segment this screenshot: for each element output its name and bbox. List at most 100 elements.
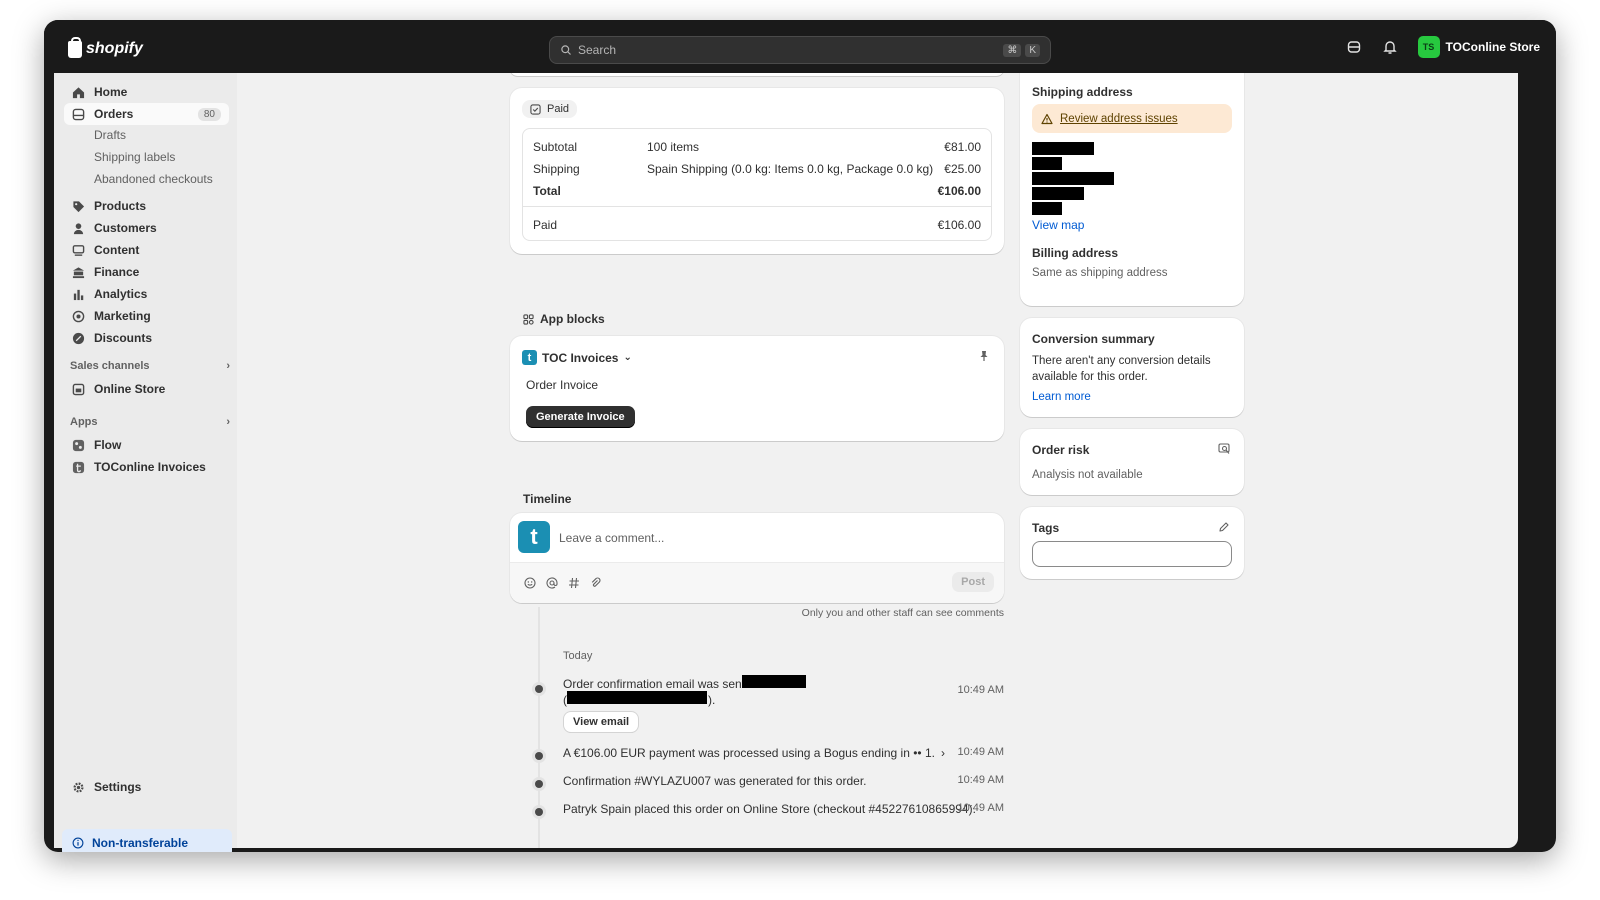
redacted-address-line bbox=[1032, 142, 1094, 155]
order-risk-text: Analysis not available bbox=[1032, 469, 1143, 481]
app-blocks-header: App blocks bbox=[523, 312, 605, 326]
main-content: Paid Subtotal 100 items €81.00 Shipping … bbox=[237, 73, 1518, 848]
top-bar: shopify Search ⌘ K TS TOConline Store bbox=[44, 20, 1556, 73]
order-invoice-title: Order Invoice bbox=[526, 378, 599, 392]
mention-icon[interactable] bbox=[546, 577, 558, 589]
event-payment[interactable]: A €106.00 EUR payment was processed usin… bbox=[563, 746, 945, 760]
sidebar-item-settings[interactable]: Settings bbox=[64, 776, 229, 798]
sidebar-subitem-drafts[interactable]: Drafts bbox=[94, 125, 126, 145]
pin-icon[interactable] bbox=[978, 350, 990, 362]
sidebar-item-orders[interactable]: Orders 80 bbox=[64, 103, 229, 125]
apps-header[interactable]: Apps › bbox=[70, 416, 230, 428]
gear-icon bbox=[72, 781, 85, 794]
divider bbox=[523, 206, 991, 207]
total-label: Total bbox=[533, 184, 561, 198]
shipping-label: Shipping bbox=[533, 162, 580, 176]
sidebar-item-label: Content bbox=[94, 243, 140, 257]
event-confirmation: Confirmation #WYLAZU007 was generated fo… bbox=[563, 774, 867, 788]
sidebar-item-toconline-invoices[interactable]: TOConline Invoices bbox=[64, 456, 229, 478]
total-amount: €106.00 bbox=[937, 184, 981, 198]
sales-channels-header[interactable]: Sales channels › bbox=[70, 360, 230, 372]
timeline-dot bbox=[535, 752, 543, 760]
edit-pencil-icon[interactable] bbox=[1218, 521, 1230, 533]
sidebar-item-customers[interactable]: Customers bbox=[64, 217, 229, 239]
learn-more-link[interactable]: Learn more bbox=[1032, 391, 1091, 403]
sidebar-item-content[interactable]: Content bbox=[64, 239, 229, 261]
timeline-day-label: Today bbox=[563, 650, 593, 662]
risk-analysis-icon[interactable] bbox=[1218, 443, 1230, 455]
event-time: 10:49 AM bbox=[957, 684, 1004, 696]
sidebar-item-products[interactable]: Products bbox=[64, 195, 229, 217]
sales-channels-title: Sales channels bbox=[70, 360, 150, 372]
sidebar-item-analytics[interactable]: Analytics bbox=[64, 283, 229, 305]
bell-icon[interactable] bbox=[1382, 39, 1398, 55]
non-transferable-banner[interactable]: Non-transferable bbox=[62, 829, 232, 852]
bank-icon bbox=[72, 266, 85, 279]
hashtag-icon[interactable] bbox=[568, 577, 580, 589]
order-risk-title: Order risk bbox=[1032, 443, 1090, 457]
event-time: 10:49 AM bbox=[957, 802, 1004, 814]
emoji-icon[interactable] bbox=[524, 577, 536, 589]
subtotal-amount: €81.00 bbox=[944, 140, 981, 154]
order-risk-card: Order risk Analysis not available bbox=[1020, 429, 1244, 495]
search-bar[interactable]: Search ⌘ K bbox=[549, 36, 1051, 64]
sidebar-item-finance[interactable]: Finance bbox=[64, 261, 229, 283]
review-address-issues-link[interactable]: Review address issues bbox=[1060, 113, 1178, 125]
shipping-amount: €25.00 bbox=[944, 162, 981, 176]
shortcut-key: K bbox=[1025, 43, 1040, 57]
view-map-link[interactable]: View map bbox=[1032, 218, 1084, 232]
sidekick-icon[interactable] bbox=[1346, 39, 1362, 55]
conversion-text: There aren't any conversion details avai… bbox=[1032, 355, 1211, 383]
store-avatar: TS bbox=[1417, 36, 1440, 58]
toconline-app-icon: t bbox=[522, 350, 537, 365]
app-selector[interactable]: t TOC Invoices ⌄ bbox=[522, 350, 632, 365]
billing-address-value: Same as shipping address bbox=[1032, 267, 1168, 279]
sidebar-item-discounts[interactable]: Discounts bbox=[64, 327, 229, 349]
search-shortcut: ⌘ K bbox=[1003, 43, 1040, 57]
view-email-button[interactable]: View email bbox=[564, 712, 639, 732]
comment-toolbar: Post bbox=[510, 562, 1004, 603]
attachment-icon[interactable] bbox=[590, 577, 602, 589]
sidebar-item-flow[interactable]: Flow bbox=[64, 434, 229, 456]
sidebar-subitem-shipping-labels[interactable]: Shipping labels bbox=[94, 147, 175, 167]
paid-label: Paid bbox=[533, 218, 558, 232]
staff-visibility-note: Only you and other staff can see comment… bbox=[801, 607, 1004, 619]
comment-input[interactable]: Leave a comment... bbox=[559, 531, 664, 545]
search-icon bbox=[561, 45, 571, 55]
sidebar-item-home[interactable]: Home bbox=[64, 81, 229, 103]
event-text: Order confirmation email was sent to bbox=[563, 677, 759, 691]
info-icon bbox=[72, 837, 84, 849]
event-time: 10:49 AM bbox=[957, 746, 1004, 758]
timeline-dot bbox=[535, 780, 543, 788]
paid-check-icon bbox=[530, 103, 541, 115]
store-menu[interactable]: TS TOConline Store bbox=[1417, 36, 1540, 58]
sidebar-item-label: Flow bbox=[94, 438, 122, 452]
timeline-dot bbox=[535, 685, 543, 693]
sidebar-item-label: Customers bbox=[94, 221, 157, 235]
address-card: Shipping address Review address issues V… bbox=[1020, 73, 1244, 306]
tags-input[interactable] bbox=[1032, 541, 1232, 567]
conversion-title: Conversion summary bbox=[1032, 332, 1155, 346]
app-block-card: t TOC Invoices ⌄ Order Invoice Generate … bbox=[510, 336, 1004, 441]
sidebar: Home Orders 80 Drafts Shipping labels Ab… bbox=[54, 73, 237, 852]
address-issues-banner[interactable]: Review address issues bbox=[1032, 104, 1232, 133]
timeline-title: Timeline bbox=[523, 492, 572, 506]
sidebar-item-marketing[interactable]: Marketing bbox=[64, 305, 229, 327]
shopify-logo[interactable]: shopify bbox=[68, 36, 143, 58]
sidebar-subitem-abandoned-checkouts[interactable]: Abandoned checkouts bbox=[94, 169, 213, 189]
paren-close: ). bbox=[708, 693, 716, 707]
generate-invoice-button[interactable]: Generate Invoice bbox=[526, 406, 635, 428]
sidebar-item-label: Settings bbox=[94, 780, 142, 794]
sidebar-item-online-store[interactable]: Online Store bbox=[64, 378, 229, 400]
chevron-right-icon: › bbox=[226, 360, 230, 372]
orders-count-badge: 80 bbox=[197, 107, 221, 121]
paid-amount: €106.00 bbox=[937, 218, 981, 232]
billing-address-title: Billing address bbox=[1032, 246, 1119, 260]
post-button[interactable]: Post bbox=[952, 572, 994, 592]
store-icon bbox=[72, 383, 85, 396]
shipping-detail: Spain Shipping (0.0 kg: Items 0.0 kg, Pa… bbox=[647, 162, 934, 176]
brand-name: shopify bbox=[86, 40, 143, 57]
shipping-address-title: Shipping address bbox=[1032, 85, 1133, 99]
target-icon bbox=[72, 310, 85, 323]
subtotal-detail: 100 items bbox=[647, 140, 700, 154]
